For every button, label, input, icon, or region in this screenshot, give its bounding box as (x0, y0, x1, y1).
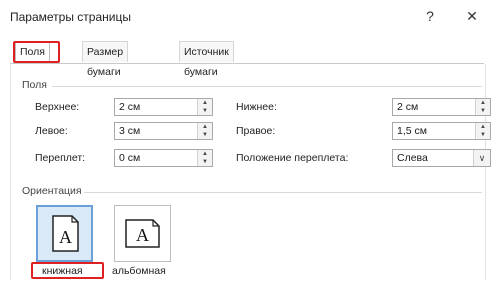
gutter-stepper[interactable]: 0 см ▲ ▼ (114, 149, 213, 167)
portrait-glyph: A (59, 227, 72, 247)
spin-arrows-icon[interactable]: ▲ ▼ (197, 150, 212, 166)
spin-arrows-icon[interactable]: ▲ ▼ (475, 123, 490, 139)
gutter-label: Переплет: (35, 152, 86, 164)
bottom-margin-stepper[interactable]: 2 см ▲ ▼ (392, 98, 491, 116)
portrait-page-icon: A (52, 215, 79, 252)
bottom-margin-value: 2 см (397, 101, 419, 113)
orientation-group-label: Ориентация (22, 185, 82, 197)
spin-arrows-icon[interactable]: ▲ ▼ (475, 99, 490, 115)
orientation-group-rule (84, 192, 482, 193)
spin-arrows-icon[interactable]: ▲ ▼ (197, 99, 212, 115)
landscape-page-icon: A (125, 219, 160, 248)
left-margin-label: Левое: (35, 125, 68, 137)
gutter-position-label: Положение переплета: (236, 152, 349, 164)
help-button[interactable]: ? (418, 4, 442, 28)
left-margin-stepper[interactable]: 3 см ▲ ▼ (114, 122, 213, 140)
close-button[interactable]: ✕ (460, 4, 484, 28)
top-margin-label: Верхнее: (35, 101, 80, 113)
margins-group-rule (52, 86, 482, 87)
tab-paper-size[interactable]: Размер бумаги (82, 41, 129, 78)
tab-highlight-annotation (13, 41, 60, 63)
right-margin-value: 1,5 см (397, 125, 427, 137)
portrait-highlight-annotation (31, 262, 104, 279)
top-margin-stepper[interactable]: 2 см ▲ ▼ (114, 98, 213, 116)
gutter-position-select[interactable]: Слева ∨ (392, 149, 491, 167)
bottom-margin-label: Нижнее: (236, 101, 277, 113)
landscape-orientation-button[interactable]: A (114, 205, 171, 262)
margins-group-label: Поля (22, 79, 47, 91)
top-margin-value: 2 см (119, 101, 141, 113)
right-margin-label: Правое: (236, 125, 276, 137)
right-margin-stepper[interactable]: 1,5 см ▲ ▼ (392, 122, 491, 140)
portrait-orientation-button[interactable]: A (36, 205, 93, 262)
gutter-position-value: Слева (397, 152, 428, 164)
landscape-label[interactable]: альбомная (112, 265, 166, 277)
landscape-glyph: A (136, 225, 149, 245)
gutter-value: 0 см (119, 152, 141, 164)
close-icon: ✕ (466, 8, 478, 24)
dialog-title: Параметры страницы (10, 10, 131, 24)
spin-arrows-icon[interactable]: ▲ ▼ (197, 123, 212, 139)
left-margin-value: 3 см (119, 125, 141, 137)
tab-paper-source[interactable]: Источник бумаги (179, 41, 234, 78)
chevron-down-icon[interactable]: ∨ (473, 150, 490, 166)
